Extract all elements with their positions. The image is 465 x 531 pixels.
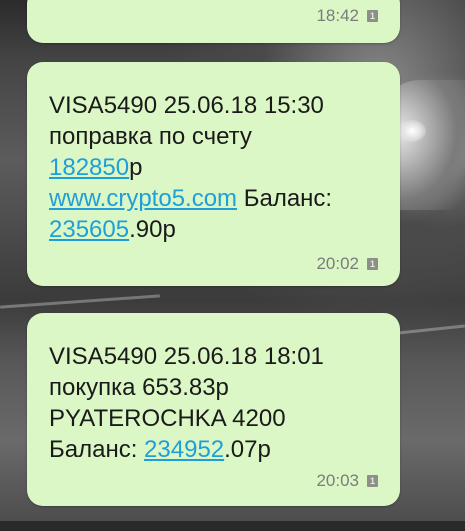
bottom-edge <box>0 521 465 531</box>
amount-link[interactable]: 182850 <box>49 154 129 181</box>
message-time: 18:42 <box>316 6 359 25</box>
balance-suffix: .07р <box>224 436 271 463</box>
message-text: VISA5490 25.06.18 15:30 поправка по счет… <box>49 90 379 245</box>
message-time: 20:03 <box>316 471 359 490</box>
website-link[interactable]: www.crypto5.com <box>49 185 237 212</box>
message-line: VISA5490 25.06.18 18:01 <box>49 343 324 370</box>
message-line: покупка 653.83р <box>49 374 229 401</box>
balance-suffix: .90р <box>129 216 176 243</box>
message-line: VISA5490 25.06.18 15:30 <box>49 92 324 119</box>
message-time: 20:02 <box>316 254 359 273</box>
wallpaper-headlight <box>398 120 426 142</box>
balance-label: Баланс: <box>237 185 333 212</box>
amount-suffix: р <box>129 154 143 181</box>
sim-card-icon: 1 <box>367 475 378 487</box>
message-line: Баланс: 234952.07р <box>49 434 379 465</box>
message-line: www.crypto5.com Баланс: <box>49 183 379 214</box>
balance-link[interactable]: 235605 <box>49 216 129 243</box>
sim-card-icon: 1 <box>367 258 378 270</box>
balance-label: Баланс: <box>49 436 145 463</box>
message-line: 235605.90р <box>49 214 379 245</box>
message-line: поправка по счету <box>49 123 252 150</box>
message-text: VISA5490 25.06.18 18:01 покупка 653.83р … <box>49 341 379 465</box>
sim-card-icon: 1 <box>367 10 378 22</box>
message-line: 182850р <box>49 152 379 183</box>
message-meta: 18:42 1 <box>316 6 378 26</box>
message-meta: 20:02 1 <box>316 254 378 274</box>
message-bubble[interactable]: VISA5490 25.06.18 18:01 покупка 653.83р … <box>27 313 400 506</box>
message-meta: 20:03 1 <box>316 471 378 491</box>
balance-link[interactable]: 234952 <box>144 436 224 463</box>
message-line: PYATEROCHKA 4200 <box>49 405 286 432</box>
message-bubble[interactable]: VISA5490 25.06.18 15:30 поправка по счет… <box>27 62 400 286</box>
message-bubble[interactable]: 18:42 1 <box>27 0 400 43</box>
